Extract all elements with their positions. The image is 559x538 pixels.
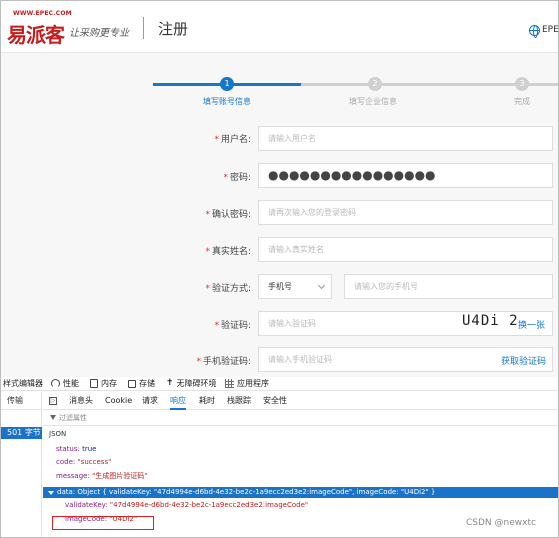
chevron-down-icon xyxy=(317,281,326,290)
tab-headers[interactable]: 消息头 xyxy=(69,392,93,410)
accessibility-icon: ✝ xyxy=(166,378,174,388)
filter-bar[interactable]: 过滤属性 xyxy=(43,411,558,426)
logo-url-text: WWW.EPEC.COM xyxy=(13,10,72,17)
site-header: WWW.EPEC.COM 易派客 让采购更专业 注册 EPE xyxy=(1,1,559,53)
tab-stack-trace[interactable]: 栈跟踪 xyxy=(227,392,251,410)
json-data-row[interactable]: data: Object { validateKey: "47d4994e-d6… xyxy=(43,487,558,498)
real-name-input[interactable] xyxy=(258,237,553,262)
json-message-row[interactable]: message: "生成图片验证码" xyxy=(56,471,148,481)
language-switch[interactable]: EPE xyxy=(542,25,559,35)
json-validatekey-row[interactable]: validateKey: "47d4994e-d6bd-4e32-be2c-1a… xyxy=(65,501,308,509)
confirm-password-input[interactable] xyxy=(258,200,553,225)
filter-input[interactable]: 过滤属性 xyxy=(59,413,87,423)
verify-method-value: 手机号 xyxy=(268,282,292,291)
grid-icon xyxy=(225,379,234,388)
json-code-row[interactable]: code: "success" xyxy=(56,458,111,466)
tab-application[interactable]: 应用程序 xyxy=(225,378,269,389)
step-2-label: 填写企业信息 xyxy=(349,97,397,106)
json-data-summary: data: Object { validateKey: "47d4994e-d6… xyxy=(57,488,436,496)
highlight-box xyxy=(52,516,154,530)
logo-mark: 易派客 xyxy=(7,23,65,47)
step-1-label: 填写账号信息 xyxy=(203,97,251,106)
page-title: 注册 xyxy=(158,20,189,38)
password-input[interactable]: ●●●●●●●●●●●●●●●● xyxy=(258,163,553,188)
request-list: 传输 501 字节 xyxy=(1,392,42,537)
close-panel-icon[interactable]: ▷ xyxy=(49,397,57,405)
get-sms-code-button[interactable]: 获取验证码 xyxy=(501,354,546,367)
registration-form: 1 填写账号信息 2 填写企业信息 3 完成 *用户名: *密码: ●●●●●●… xyxy=(1,53,558,377)
memory-icon xyxy=(90,379,98,388)
step-2-circle: 2 xyxy=(368,77,382,91)
storage-icon xyxy=(128,379,136,388)
verify-method-select[interactable]: 手机号 xyxy=(258,274,332,299)
header-divider xyxy=(143,17,144,39)
tab-style-editor[interactable]: 样式编辑器 xyxy=(3,378,43,389)
username-input[interactable] xyxy=(258,126,553,151)
confirm-password-label: * 确认密码: xyxy=(205,210,251,220)
tab-performance[interactable]: 性能 xyxy=(51,378,79,389)
phone-input[interactable] xyxy=(344,274,553,299)
json-status-row[interactable]: status: true xyxy=(56,445,96,453)
tab-accessibility[interactable]: ✝ 无障碍环境 xyxy=(166,378,217,389)
username-label: * 用户名: xyxy=(214,135,251,145)
step-line-3 xyxy=(448,83,558,86)
sms-code-label: * 手机验证码: xyxy=(196,357,251,367)
detail-tabs: ▷ 消息头 Cookie 请求 响应 耗时 栈跟踪 安全性 xyxy=(43,392,558,410)
json-title: JSON xyxy=(49,430,67,438)
selected-request-size[interactable]: 501 字节 xyxy=(1,427,42,439)
tab-response[interactable]: 响应 xyxy=(170,392,186,410)
site-logo[interactable]: WWW.EPEC.COM 易派客 让采购更专业 xyxy=(5,10,133,47)
tab-cookie[interactable]: Cookie xyxy=(105,392,132,410)
tab-memory[interactable]: 内存 xyxy=(90,378,117,389)
step-3-label: 完成 xyxy=(514,97,530,106)
real-name-label: * 真实姓名: xyxy=(205,247,251,257)
transfer-column-header[interactable]: 传输 xyxy=(1,392,42,410)
expand-triangle-icon[interactable] xyxy=(48,491,54,495)
watermark: CSDN @newxtc xyxy=(466,518,536,528)
filter-icon xyxy=(50,415,56,420)
refresh-captcha-link[interactable]: 换一张 xyxy=(518,318,545,331)
verify-method-label: * 验证方式: xyxy=(205,284,251,294)
step-1-circle: 1 xyxy=(220,77,234,91)
tab-request[interactable]: 请求 xyxy=(142,392,158,410)
password-label: * 密码: xyxy=(223,173,251,183)
tab-security[interactable]: 安全性 xyxy=(263,392,287,410)
gauge-icon xyxy=(51,379,60,388)
logo-slogan: 让采购更专业 xyxy=(69,28,129,39)
devtools-toolbar: 样式编辑器 性能 内存 存储 ✝ 无障碍环境 应用程序 xyxy=(1,377,558,391)
tab-timings[interactable]: 耗时 xyxy=(199,392,215,410)
captcha-label: * 验证码: xyxy=(214,321,251,331)
step-3-circle: 3 xyxy=(515,77,529,91)
captcha-image[interactable]: U4Di 2 xyxy=(462,313,519,329)
tab-storage[interactable]: 存储 xyxy=(128,378,155,389)
globe-icon[interactable] xyxy=(529,25,540,38)
